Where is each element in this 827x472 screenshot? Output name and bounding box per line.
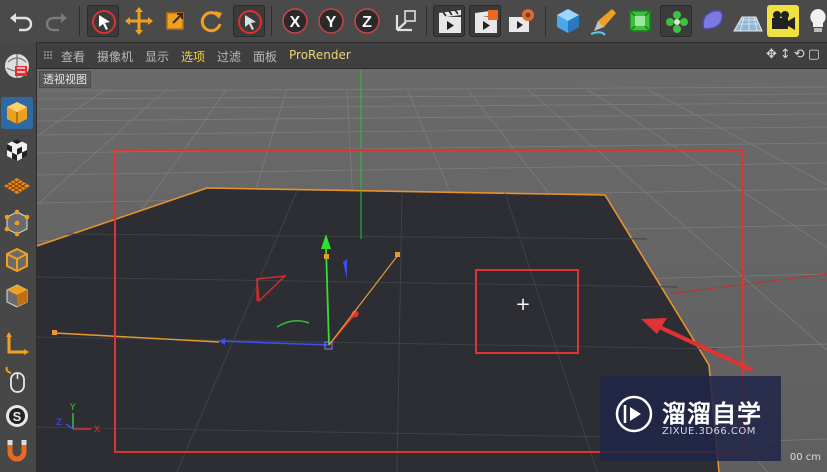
object-x-handle[interactable] — [52, 330, 57, 335]
world-axis-z-label: Z — [56, 418, 62, 428]
pan-icon[interactable]: ✥ — [766, 47, 780, 62]
model-mode-icon[interactable] — [1, 97, 33, 129]
coordinate-system-icon[interactable] — [389, 5, 421, 37]
viewport-menu-bar: 查看 摄像机 显示 选项 过滤 面板 ProRender ✥↕⟲▢ — [37, 43, 827, 69]
points-mode-icon[interactable] — [1, 207, 33, 239]
undo-icon[interactable] — [5, 5, 37, 37]
scale-icon[interactable] — [159, 5, 191, 37]
make-editable-icon[interactable] — [1, 50, 33, 82]
menu-filter[interactable]: 过滤 — [217, 48, 241, 65]
viewport-navigation: ✥↕⟲▢ — [766, 47, 823, 62]
menu-prorender[interactable]: ProRender — [289, 48, 351, 62]
array-icon[interactable] — [660, 5, 692, 37]
tweak-mode-icon[interactable] — [1, 365, 33, 397]
zoom-icon[interactable]: ↕ — [780, 47, 794, 62]
redo-icon[interactable] — [41, 5, 73, 37]
left-toolbar: S — [0, 42, 37, 472]
edges-mode-icon[interactable] — [1, 244, 33, 276]
y-axis-lock-icon[interactable]: Y — [315, 5, 347, 37]
workplane-icon[interactable] — [1, 170, 33, 202]
orbit-icon[interactable]: ⟲ — [794, 47, 808, 62]
light-icon[interactable] — [802, 5, 827, 37]
world-axis-x-label: X — [94, 425, 100, 435]
world-axis-y-label: Y — [69, 403, 76, 413]
watermark-title: 溜溜自学 — [662, 400, 762, 428]
grip-icon[interactable] — [43, 50, 53, 60]
svg-text:X: X — [290, 14, 301, 31]
axis-mode-icon[interactable] — [1, 328, 33, 360]
texture-mode-icon[interactable] — [1, 134, 33, 166]
watermark: 溜溜自学 ZIXUE.3D66.COM — [600, 376, 781, 461]
menu-options[interactable]: 选项 — [181, 48, 205, 65]
cube-icon[interactable] — [552, 5, 584, 37]
play-logo-icon — [615, 395, 653, 433]
svg-text:Y: Y — [326, 14, 337, 31]
subdivision-icon[interactable] — [624, 5, 656, 37]
deformer-icon[interactable] — [696, 5, 728, 37]
floor-icon[interactable] — [732, 5, 764, 37]
cinema4d-window: X Y Z S 查看 摄像机 显示 选项 过滤 面板 ProRender ✥↕⟲… — [0, 0, 827, 472]
magnet-icon[interactable] — [1, 436, 33, 468]
watermark-url: ZIXUE.3D66.COM — [662, 426, 756, 437]
pen-spline-icon[interactable] — [588, 5, 620, 37]
snap-icon[interactable]: S — [1, 400, 33, 432]
menu-panel[interactable]: 面板 — [253, 48, 277, 65]
render-to-picture-viewer-icon[interactable] — [469, 5, 501, 37]
live-selection-icon[interactable] — [87, 5, 119, 37]
top-toolbar: X Y Z — [0, 0, 827, 43]
render-view-icon[interactable] — [433, 5, 465, 37]
z-axis-lock-icon[interactable]: Z — [351, 5, 383, 37]
svg-text:Z: Z — [362, 14, 372, 31]
rotate-icon[interactable] — [195, 5, 227, 37]
maximize-icon[interactable]: ▢ — [808, 47, 823, 62]
grid-spacing-readout: 00 cm — [789, 452, 821, 463]
menu-cameras[interactable]: 摄像机 — [97, 48, 133, 65]
camera-icon[interactable] — [767, 5, 799, 37]
viewport-camera-label: 透视视图 — [39, 71, 91, 88]
render-settings-icon[interactable] — [505, 5, 537, 37]
menu-view[interactable]: 查看 — [61, 48, 85, 65]
polygons-mode-icon[interactable] — [1, 280, 33, 312]
svg-text:S: S — [13, 409, 22, 424]
menu-display[interactable]: 显示 — [145, 48, 169, 65]
x-axis-lock-icon[interactable]: X — [279, 5, 311, 37]
move-icon[interactable] — [123, 5, 155, 37]
last-tool-icon[interactable] — [233, 5, 265, 37]
annotation-highlight-box — [475, 269, 579, 354]
